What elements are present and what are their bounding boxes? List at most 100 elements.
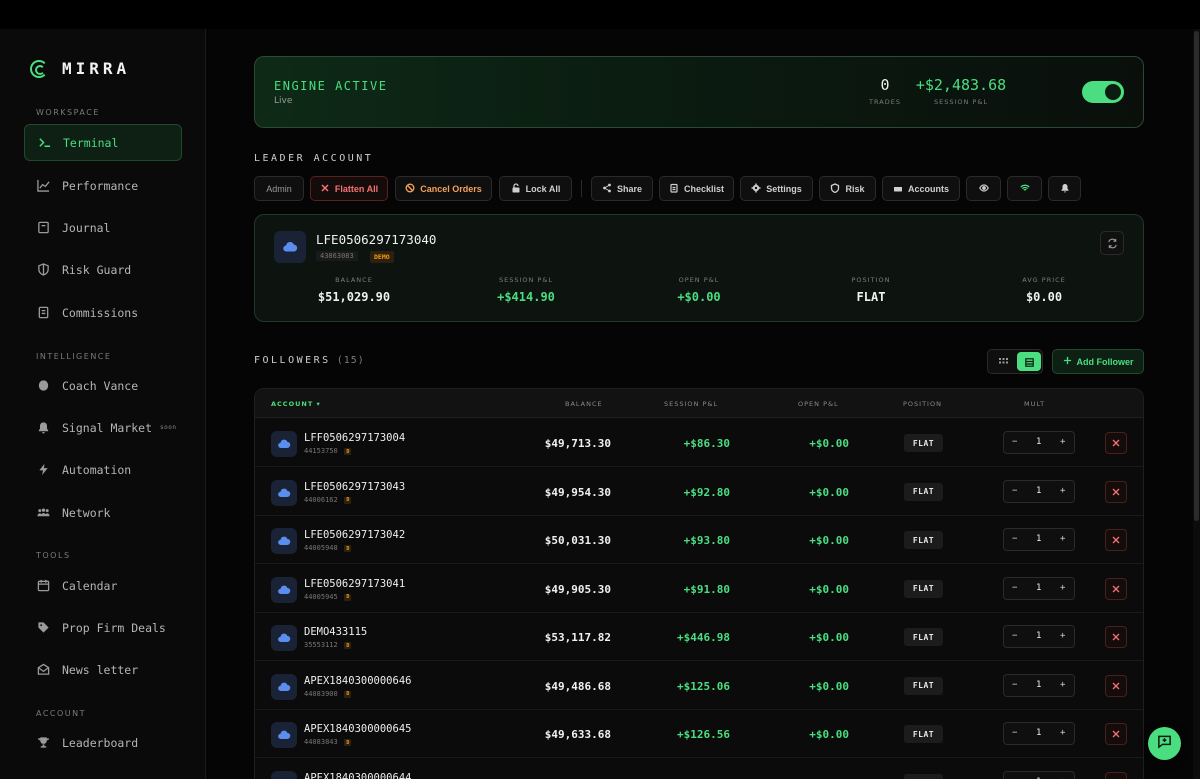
- leader-position: POSITION FLAT: [801, 276, 941, 304]
- sidebar-item-newsletter[interactable]: News letter: [24, 651, 182, 688]
- follower-name: APEX1840300000646: [304, 674, 412, 687]
- refresh-button[interactable]: [1100, 231, 1124, 255]
- sidebar-item-network[interactable]: Network: [24, 494, 182, 531]
- mult-value[interactable]: 1: [1036, 631, 1041, 641]
- follower-session-pnl: +$125.06: [677, 679, 730, 693]
- sidebar-item-commissions[interactable]: Commissions: [24, 294, 182, 331]
- sidebar-item-leaderboard[interactable]: Leaderboard: [24, 724, 182, 761]
- connection-button[interactable]: [1007, 176, 1042, 201]
- close-icon: [1112, 488, 1120, 495]
- table-row[interactable]: DEMO433115 35553112 D $53,117.82 +$446.98 +$0…: [255, 613, 1143, 661]
- sidebar-item-terminal[interactable]: Terminal: [24, 124, 182, 161]
- accounts-button[interactable]: Accounts: [882, 176, 960, 201]
- increment-button[interactable]: +: [1060, 486, 1065, 496]
- sidebar-item-prop-firm-deals[interactable]: Prop Firm Deals: [24, 609, 182, 646]
- stat-label: SESSION P&L: [498, 276, 554, 284]
- scrollbar[interactable]: [1193, 29, 1200, 779]
- column-header-account[interactable]: ACCOUNT ▾: [271, 400, 321, 408]
- sidebar-item-label: Performance: [62, 178, 139, 193]
- decrement-button[interactable]: −: [1012, 534, 1017, 544]
- mult-value[interactable]: 1: [1036, 583, 1041, 593]
- cloud-icon: [271, 479, 297, 506]
- remove-follower-button[interactable]: [1105, 771, 1127, 779]
- remove-follower-button[interactable]: [1105, 626, 1127, 648]
- mult-value[interactable]: 1: [1036, 534, 1041, 544]
- feedback-button[interactable]: [1148, 727, 1181, 760]
- mult-value[interactable]: 1: [1036, 486, 1041, 496]
- close-icon: [1112, 536, 1120, 544]
- position-badge: FLAT: [904, 531, 943, 549]
- leader-account-name: LFE0506297173040: [316, 232, 437, 247]
- session-pnl-label: SESSION P&L: [933, 98, 989, 106]
- cancel-orders-button[interactable]: Cancel Orders: [395, 176, 492, 201]
- mult-value[interactable]: 1: [1036, 680, 1041, 690]
- demo-badge: D: [344, 496, 352, 504]
- remove-follower-button[interactable]: [1105, 577, 1127, 600]
- decrement-button[interactable]: −: [1012, 631, 1017, 641]
- decrement-button[interactable]: −: [1012, 680, 1017, 690]
- calendar-icon: [37, 579, 50, 592]
- admin-button[interactable]: Admin: [254, 176, 304, 201]
- table-header: ACCOUNT ▾ BALANCE SESSION P&L OPEN P&L P…: [255, 389, 1143, 418]
- increment-button[interactable]: +: [1060, 631, 1065, 641]
- eye-icon: [978, 183, 989, 195]
- remove-follower-button[interactable]: [1105, 432, 1127, 454]
- notifications-button[interactable]: [1048, 176, 1081, 201]
- engine-toggle[interactable]: [1082, 81, 1124, 103]
- follower-open-pnl: +$0.00: [809, 631, 849, 644]
- section-label-account: ACCOUNT: [36, 709, 87, 718]
- remove-follower-button[interactable]: [1105, 480, 1127, 503]
- table-row[interactable]: LFE0506297173043 44006162 D $49,954.30 +$92.…: [255, 468, 1143, 516]
- follower-session-pnl: +$93.80: [683, 534, 730, 547]
- table-view-button[interactable]: [1017, 352, 1041, 371]
- sidebar-item-signal-market[interactable]: Signal Market soon: [24, 409, 182, 446]
- plus-icon: [1063, 356, 1072, 367]
- table-row[interactable]: APEX1840300000646 44083900 D $49,486.68 +$12…: [255, 662, 1143, 710]
- increment-button[interactable]: +: [1060, 534, 1065, 544]
- mail-icon: [37, 663, 50, 676]
- view-toggle: [987, 349, 1043, 374]
- scrollbar-thumb[interactable]: [1194, 31, 1199, 521]
- decrement-button[interactable]: −: [1012, 728, 1017, 738]
- table-row[interactable]: LFE0506297173042 44005948 D $50,031.30 +$93.…: [255, 516, 1143, 564]
- grid-view-button[interactable]: [991, 352, 1015, 371]
- lock-all-button[interactable]: Lock All: [499, 176, 572, 201]
- follower-balance: $50,031.30: [544, 534, 611, 547]
- increment-button[interactable]: +: [1060, 728, 1065, 738]
- cloud-icon: [271, 722, 297, 748]
- sidebar-item-journal[interactable]: Journal: [24, 209, 182, 246]
- decrement-button[interactable]: −: [1012, 437, 1017, 447]
- increment-button[interactable]: +: [1060, 680, 1065, 690]
- increment-button[interactable]: +: [1060, 437, 1065, 447]
- sidebar-item-performance[interactable]: Performance: [24, 167, 182, 204]
- table-row[interactable]: LFF0506297173004 44153750 D $49,713.30 +$86.…: [255, 419, 1143, 467]
- table-row[interactable]: APEX1840300000645 44083843 D $49,633.68 +$12…: [255, 710, 1143, 758]
- share-button[interactable]: Share: [591, 176, 653, 201]
- remove-follower-button[interactable]: [1105, 723, 1127, 745]
- follower-open-pnl: +$0.00: [809, 534, 849, 547]
- increment-button[interactable]: +: [1060, 583, 1065, 593]
- follower-name: LFE0506297173043: [304, 480, 406, 493]
- sidebar-item-coach-vance[interactable]: Coach Vance: [24, 367, 182, 404]
- table-row[interactable]: APEX1840300000644D$49,500.50+$125.06+$0.…: [255, 759, 1143, 779]
- sidebar-item-automation[interactable]: Automation: [24, 451, 182, 488]
- column-header-session-pnl: SESSION P&L: [664, 400, 719, 408]
- app-logo[interactable]: MIRRA: [30, 59, 130, 78]
- remove-follower-button[interactable]: [1105, 529, 1127, 551]
- remove-follower-button[interactable]: [1105, 674, 1127, 697]
- decrement-button[interactable]: −: [1012, 583, 1017, 593]
- sidebar-item-calendar[interactable]: Calendar: [24, 567, 182, 604]
- mult-value[interactable]: 1: [1036, 437, 1041, 447]
- mult-value[interactable]: 1: [1036, 728, 1041, 738]
- table-row[interactable]: LFE0506297173041 44005945 D $49,905.30 +$91.…: [255, 565, 1143, 613]
- checklist-button[interactable]: Checklist: [659, 176, 734, 201]
- follower-balance: $53,117.82: [544, 631, 611, 644]
- sidebar-item-risk-guard[interactable]: Risk Guard: [24, 251, 182, 288]
- add-follower-button[interactable]: Add Follower: [1052, 349, 1144, 374]
- settings-button[interactable]: Settings: [740, 176, 813, 201]
- risk-button[interactable]: Risk: [819, 176, 876, 201]
- visibility-button[interactable]: [966, 176, 1001, 201]
- decrement-button[interactable]: −: [1012, 486, 1017, 496]
- admin-label: Admin: [266, 183, 292, 194]
- flatten-all-button[interactable]: Flatten All: [310, 176, 388, 201]
